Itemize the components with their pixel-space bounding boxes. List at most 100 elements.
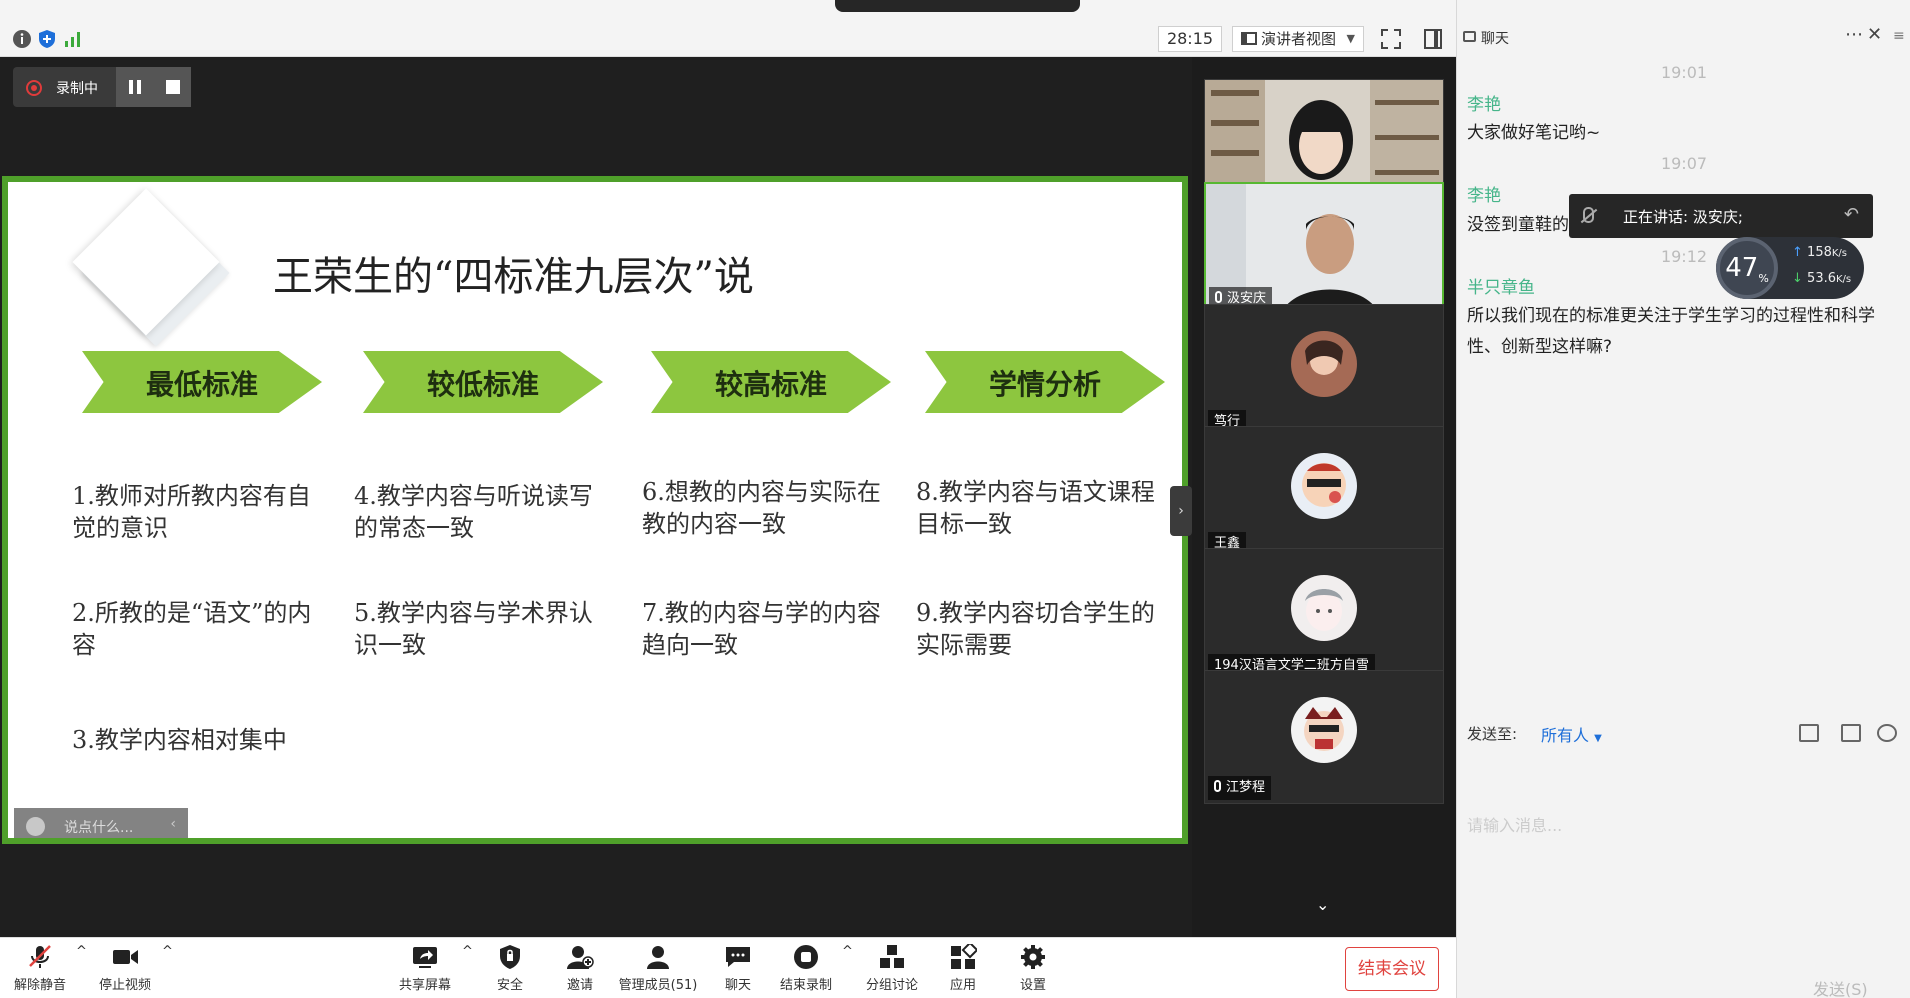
breakout-icon bbox=[880, 945, 904, 968]
video-icon bbox=[113, 950, 138, 964]
banner-high: 较高标准 bbox=[651, 351, 891, 413]
record-stop-icon bbox=[794, 945, 818, 969]
download-speed: ↓ 53.6K/s bbox=[1792, 271, 1852, 286]
security-button[interactable]: 安全 bbox=[492, 944, 528, 993]
participant-tile-speaking[interactable]: 汲安庆 bbox=[1204, 182, 1444, 316]
chat-button[interactable]: 聊天 bbox=[720, 944, 756, 993]
more-icon[interactable]: ⋯ bbox=[1845, 24, 1863, 45]
signal-icon[interactable] bbox=[62, 28, 84, 50]
decorative-diamond bbox=[72, 188, 220, 336]
chat-panel: 聊天 ⋯ ✕ ≡ 19:01 李艳 大家做好笔记哟~ 19:07 李艳 没签到童… bbox=[1456, 0, 1910, 998]
fullscreen-icon[interactable] bbox=[1380, 28, 1402, 50]
chat-title: 聊天 bbox=[1481, 31, 1509, 47]
chat-icon bbox=[726, 947, 750, 967]
slide-item-4: 4.教学内容与听说读写的常态一致 bbox=[354, 482, 593, 542]
slide-item-6: 6.想教的内容与实际在教的内容一致 bbox=[642, 478, 881, 538]
meeting-header: 28:15 演讲者视图 ▼ bbox=[0, 0, 1456, 57]
cpu-usage: 47% bbox=[1716, 237, 1778, 299]
view-mode-dropdown[interactable]: 演讲者视图 ▼ bbox=[1232, 26, 1364, 52]
emoji-icon[interactable] bbox=[26, 817, 45, 836]
layout-toggle-icon[interactable] bbox=[1424, 29, 1442, 49]
pause-recording-button[interactable] bbox=[116, 67, 154, 107]
slide-item-5: 5.教学内容与学术界认识一致 bbox=[354, 599, 593, 659]
close-icon[interactable]: ✕ bbox=[1867, 24, 1882, 45]
upload-speed: ↑ 158K/s bbox=[1792, 245, 1848, 260]
upload-arrow-icon: ↑ bbox=[1792, 245, 1803, 260]
avatar bbox=[1291, 697, 1357, 763]
participant-tile[interactable]: 笃行 bbox=[1204, 304, 1444, 438]
message-sender[interactable]: 李艳 bbox=[1467, 90, 1501, 115]
mic-icon bbox=[1215, 291, 1222, 303]
screenshot-icon[interactable] bbox=[1841, 724, 1861, 742]
stop-video-button[interactable]: 停止视频 bbox=[96, 944, 154, 993]
invite-button[interactable]: 邀请 bbox=[562, 944, 598, 993]
send-button[interactable]: 发送(S) bbox=[1813, 976, 1868, 998]
chevron-up-icon[interactable]: ^ bbox=[462, 944, 473, 959]
mic-muted-icon bbox=[1583, 207, 1594, 223]
comment-placeholder: 说点什么... bbox=[64, 820, 134, 836]
slide-item-9: 9.教学内容切合学生的实际需要 bbox=[916, 599, 1155, 659]
slide-item-2: 2.所教的是“语文”的内容 bbox=[72, 599, 312, 659]
message-text: 大家做好笔记哟~ bbox=[1467, 123, 1601, 143]
message-time: 19:01 bbox=[1660, 63, 1708, 82]
menu-icon[interactable]: ≡ bbox=[1893, 28, 1905, 44]
apps-icon bbox=[951, 944, 977, 969]
banner-learning-analysis: 学情分析 bbox=[925, 351, 1165, 413]
chevron-up-icon[interactable]: ^ bbox=[842, 944, 853, 959]
share-screen-icon bbox=[413, 947, 437, 968]
recording-dot-icon bbox=[26, 80, 42, 96]
message-time: 19:07 bbox=[1660, 154, 1708, 173]
stop-recording-button[interactable] bbox=[154, 67, 191, 107]
mic-muted-icon bbox=[29, 945, 51, 968]
view-mode-label: 演讲者视图 bbox=[1261, 30, 1337, 48]
slide-title: 王荣生的“四标准九层次”说 bbox=[273, 254, 754, 300]
invite-icon bbox=[567, 946, 594, 969]
end-recording-button[interactable]: 结束录制 bbox=[778, 944, 834, 993]
recording-toolbar: 录制中 bbox=[13, 67, 191, 107]
file-icon[interactable] bbox=[1799, 724, 1819, 742]
end-meeting-button[interactable]: 结束会议 bbox=[1345, 947, 1439, 991]
screen-share-indicator[interactable] bbox=[835, 0, 1080, 12]
chevron-left-icon[interactable]: ‹ bbox=[170, 816, 176, 832]
meeting-window: 28:15 演讲者视图 ▼ 录制中 王荣生的“四标准九层次”说 最低标准 较低标准… bbox=[0, 0, 1910, 998]
participant-tile[interactable]: 江梦程 bbox=[1204, 670, 1444, 804]
send-to-dropdown[interactable]: 所有人 ▼ bbox=[1541, 722, 1602, 746]
message-sender[interactable]: 半只章鱼 bbox=[1467, 273, 1535, 298]
chat-message-input[interactable] bbox=[1467, 750, 1897, 900]
unmute-button[interactable]: 解除静音 bbox=[14, 944, 66, 993]
message-sender[interactable]: 李艳 bbox=[1467, 181, 1501, 206]
message-text: 所以我们现在的标准更关注于学生学习的过程性和科学性、创新型这样嘛? bbox=[1467, 306, 1875, 357]
participant-tile[interactable]: 194汉语言文学二班方自雪 bbox=[1204, 548, 1444, 682]
manage-members-button[interactable]: 管理成员(51) bbox=[618, 944, 698, 993]
undo-icon[interactable]: ↶ bbox=[1844, 204, 1859, 225]
network-meter[interactable]: 47% ↑ 158K/s ↓ 53.6K/s bbox=[1716, 237, 1864, 299]
security-icon bbox=[500, 945, 520, 969]
slide-item-3: 3.教学内容相对集中 bbox=[72, 726, 287, 754]
chevron-down-icon[interactable]: ⌄ bbox=[1316, 895, 1329, 914]
participant-name: 江梦程 bbox=[1208, 776, 1272, 800]
banner-lowest: 最低标准 bbox=[82, 351, 322, 413]
chevron-up-icon[interactable]: ^ bbox=[162, 944, 173, 959]
chat-icon bbox=[1463, 31, 1476, 42]
meeting-timer: 28:15 bbox=[1158, 26, 1222, 52]
send-to-label: 发送至: bbox=[1467, 725, 1518, 743]
apps-button[interactable]: 应用 bbox=[948, 944, 978, 993]
slide-item-1: 1.教师对所教内容有自觉的意识 bbox=[72, 482, 311, 542]
comment-bar[interactable]: 说点什么... ‹ bbox=[14, 808, 188, 838]
slide-canvas: 王荣生的“四标准九层次”说 最低标准 较低标准 较高标准 学情分析 1.教师对所… bbox=[8, 182, 1182, 838]
settings-button[interactable]: 设置 bbox=[1018, 944, 1048, 993]
avatar bbox=[1291, 575, 1357, 641]
user-icon[interactable] bbox=[1877, 724, 1897, 742]
info-icon[interactable] bbox=[11, 28, 33, 50]
shield-icon[interactable] bbox=[36, 28, 58, 50]
participant-tile[interactable]: 王鑫 bbox=[1204, 426, 1444, 560]
chevron-down-icon: ▼ bbox=[1594, 733, 1602, 744]
chevron-up-icon[interactable]: ^ bbox=[76, 944, 87, 959]
slide-item-8: 8.教学内容与语文课程目标一致 bbox=[916, 478, 1155, 538]
collapse-gallery-handle[interactable]: › bbox=[1170, 486, 1192, 536]
chat-header: 聊天 ⋯ ✕ ≡ bbox=[1457, 22, 1910, 56]
share-screen-button[interactable]: 共享屏幕 bbox=[396, 944, 454, 993]
speaking-label: 正在讲话: 汲安庆; bbox=[1623, 208, 1743, 226]
breakout-button[interactable]: 分组讨论 bbox=[864, 944, 920, 993]
participant-gallery: 李艳 汲安庆 笃行 王鑫 194汉语言文学二班方自雪 江梦程 bbox=[1192, 57, 1456, 937]
